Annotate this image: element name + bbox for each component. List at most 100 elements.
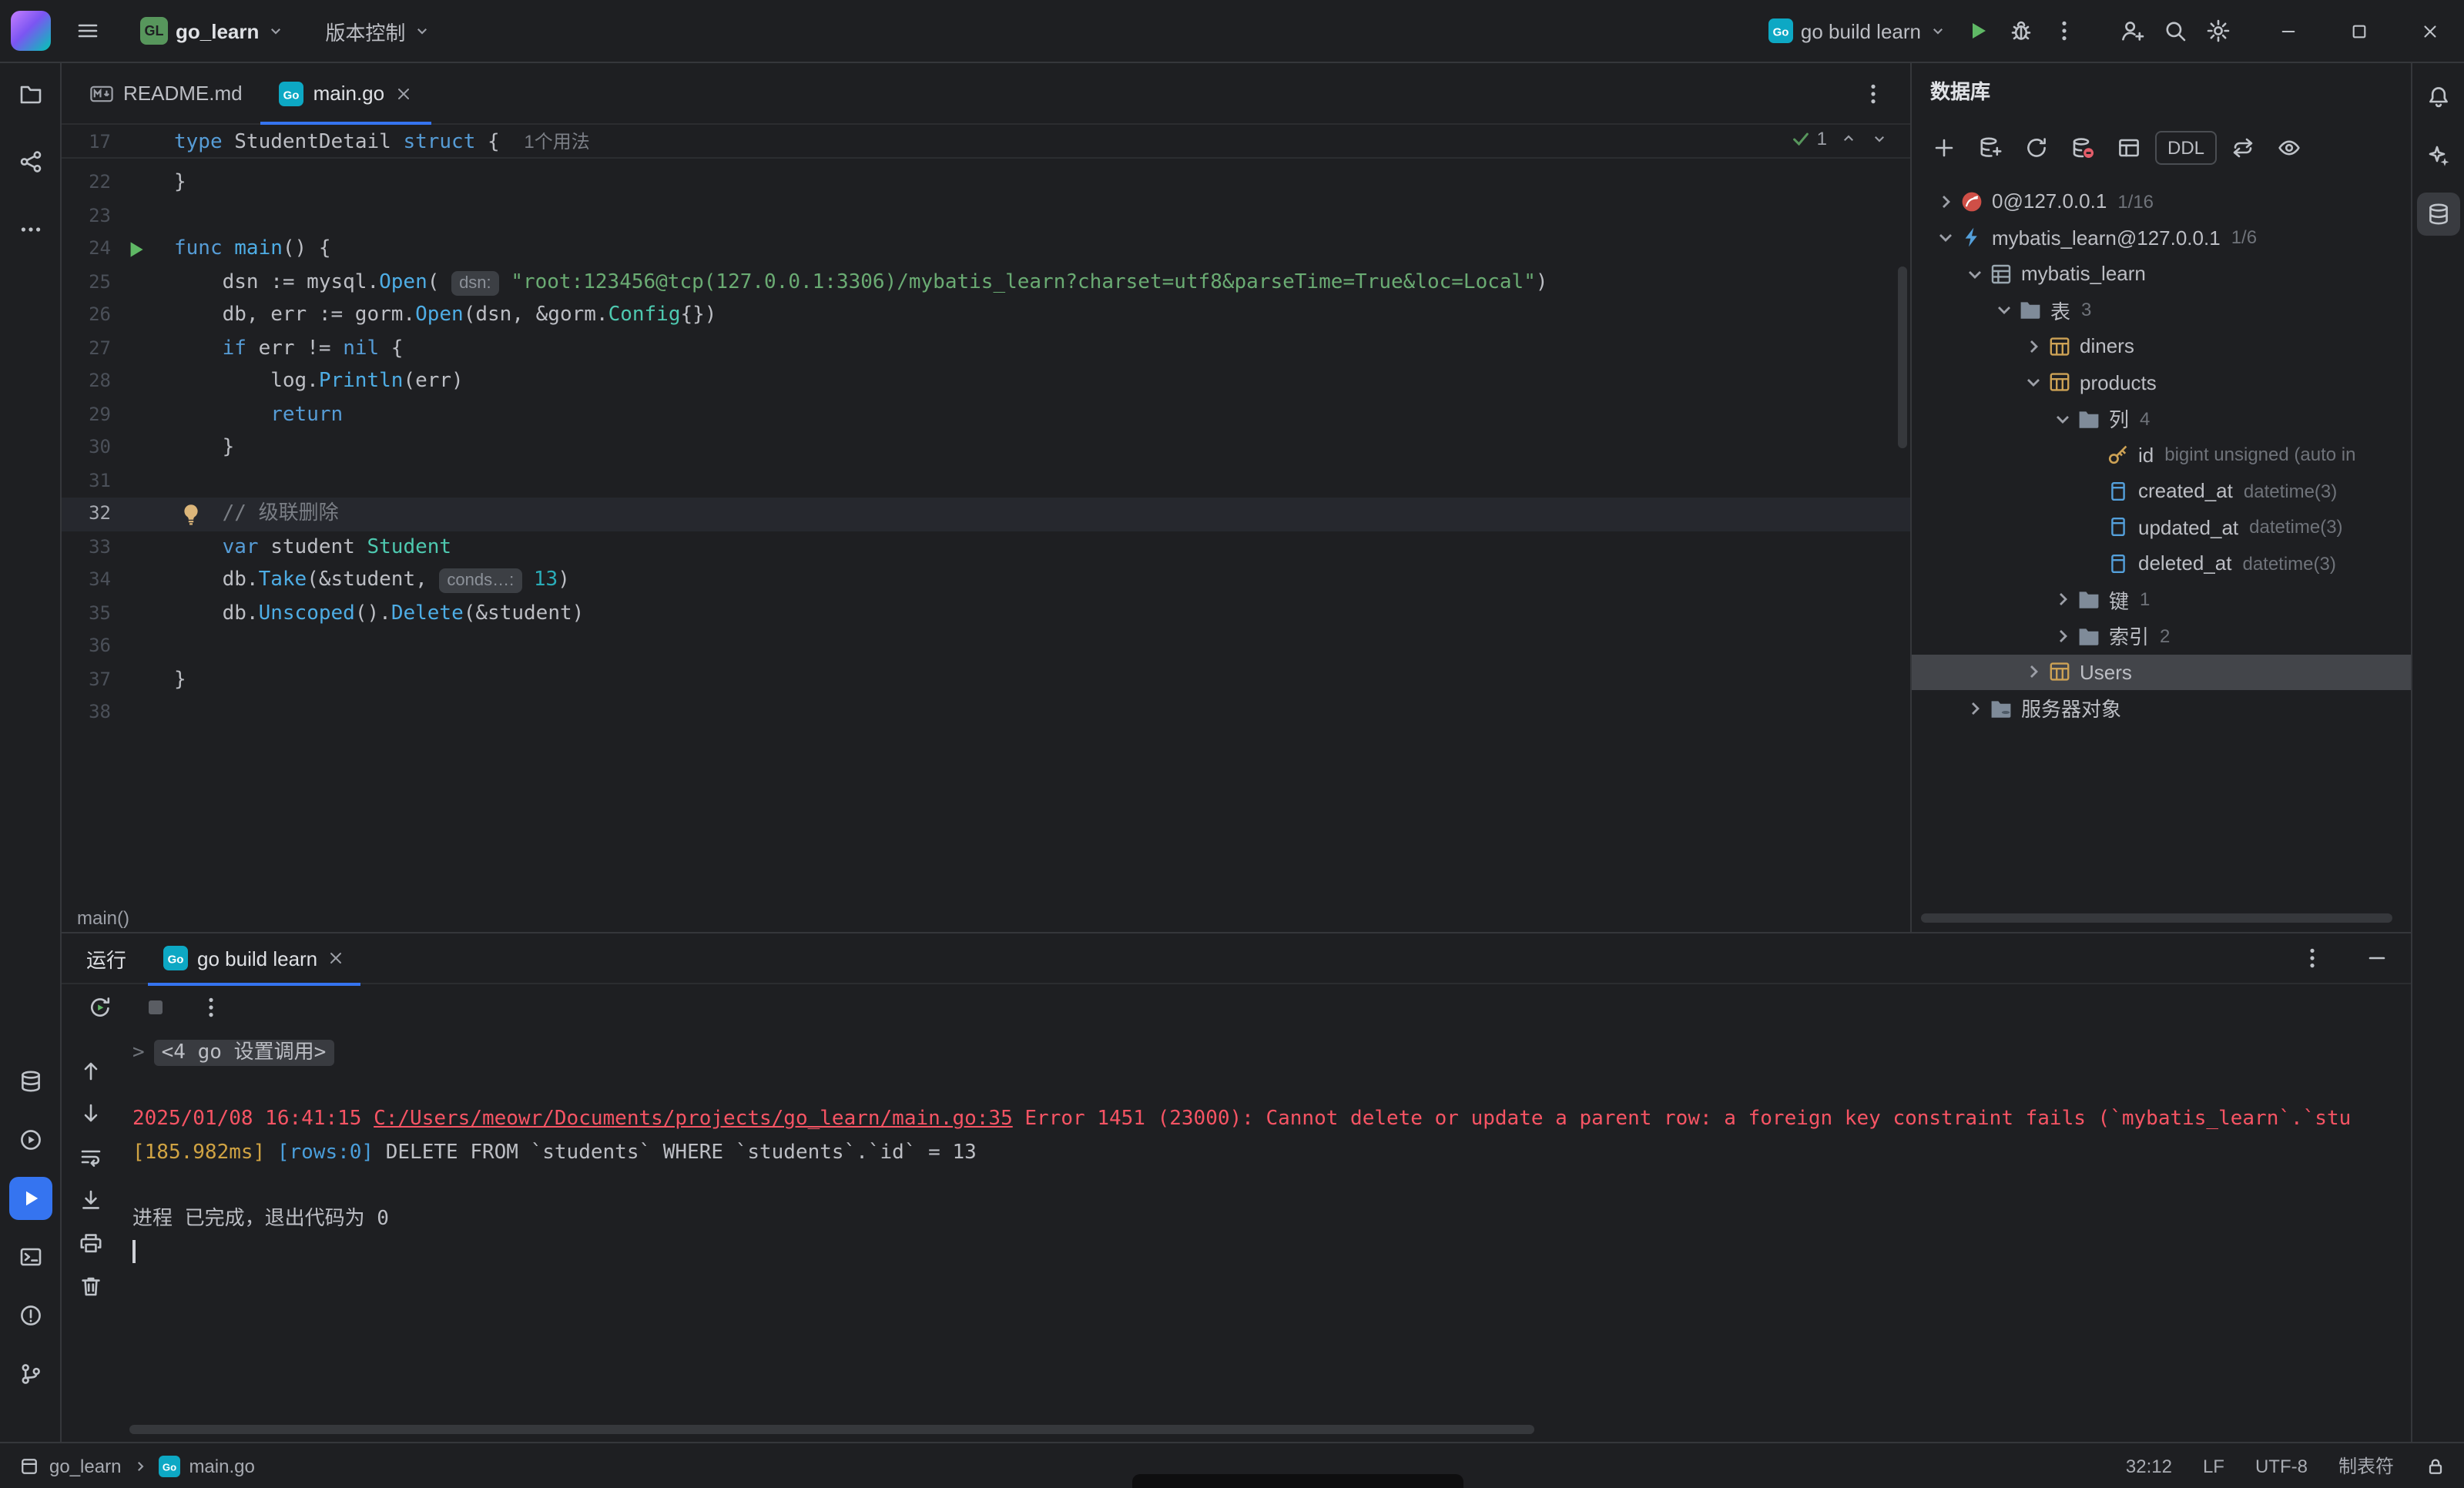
code-with-me-button[interactable] xyxy=(2110,9,2154,52)
data-source-properties-button[interactable] xyxy=(1970,128,2010,168)
tree-item-列[interactable]: 列4 xyxy=(1912,400,2411,437)
project-widget[interactable]: GL go_learn xyxy=(131,8,294,54)
database-tool-button[interactable] xyxy=(8,1060,52,1103)
notifications-tool-button[interactable] xyxy=(2417,75,2460,119)
version-control-tool-button[interactable] xyxy=(8,1352,52,1396)
chevron-down-icon[interactable] xyxy=(1933,226,1958,250)
main-menu-button[interactable] xyxy=(66,9,109,52)
tree-item-diners[interactable]: diners xyxy=(1912,328,2411,364)
prev-problem-button[interactable] xyxy=(1839,129,1858,148)
chevron-right-icon[interactable] xyxy=(2021,334,2046,359)
status-item[interactable]: UTF-8 xyxy=(2255,1455,2308,1476)
project-tool-button[interactable] xyxy=(8,72,52,116)
tree-item-服务器对象[interactable]: 服务器对象 xyxy=(1912,690,2411,726)
folded-command[interactable]: <4 go 设置调用> xyxy=(154,1040,334,1066)
terminal-tool-button[interactable] xyxy=(8,1235,52,1279)
chevron-right-icon[interactable] xyxy=(2021,660,2046,685)
console-output[interactable]: ><4 go 设置调用>2025/01/08 16:41:15 C:/Users… xyxy=(120,1031,2402,1423)
jump-to-data-editor-button[interactable] xyxy=(2109,128,2149,168)
tree-item-0-127-0-0-1[interactable]: 0@127.0.0.11/16 xyxy=(1912,183,2411,220)
run-config-selector[interactable]: Go go build learn xyxy=(1759,8,1956,54)
problems-tool-button[interactable] xyxy=(8,1294,52,1337)
tree-item-products[interactable]: products xyxy=(1912,364,2411,400)
settings-button[interactable] xyxy=(2197,9,2240,52)
console-soft-wrap-button[interactable] xyxy=(79,1144,103,1174)
more-options-button[interactable] xyxy=(191,987,231,1027)
code-line-30[interactable]: 30 } xyxy=(62,431,1910,464)
run-button[interactable] xyxy=(1956,9,2000,52)
code-line-28[interactable]: 28 log.Println(err) xyxy=(62,365,1910,398)
more-tool-windows-tool-button[interactable] xyxy=(8,208,52,251)
tree-item-created-at[interactable]: created_atdatetime(3) xyxy=(1912,473,2411,509)
code-line-22[interactable]: 22} xyxy=(62,166,1910,199)
search-everywhere-button[interactable] xyxy=(2154,9,2197,52)
intention-bulb-icon[interactable] xyxy=(179,501,203,526)
tab-options-button[interactable] xyxy=(1852,72,1895,115)
code-line-27[interactable]: 27 if err != nil { xyxy=(62,332,1910,365)
database-scrollbar[interactable] xyxy=(1921,913,2392,923)
console-fold-handle[interactable]: > xyxy=(132,1041,145,1064)
console-scroll-to-end-button[interactable] xyxy=(79,1188,103,1217)
console-scrollbar[interactable] xyxy=(129,1425,1534,1434)
refresh-button[interactable] xyxy=(2016,128,2057,168)
chevron-down-icon[interactable] xyxy=(1992,298,2016,323)
code-line-23[interactable]: 23 xyxy=(62,199,1910,233)
app-logo-icon[interactable] xyxy=(11,11,51,51)
code-line-35[interactable]: 35 db.Unscoped().Delete(&student) xyxy=(62,597,1910,630)
chevron-right-icon[interactable] xyxy=(2050,624,2075,648)
code-line-37[interactable]: 37} xyxy=(62,663,1910,696)
chevron-down-icon[interactable] xyxy=(2050,407,2075,431)
services-tool-button[interactable] xyxy=(8,1118,52,1161)
compare-button[interactable] xyxy=(2223,128,2263,168)
new-button[interactable] xyxy=(1924,128,1964,168)
code-line-36[interactable]: 36 xyxy=(62,630,1910,663)
tree-item-表[interactable]: 表3 xyxy=(1912,292,2411,328)
close-button[interactable] xyxy=(2394,0,2464,62)
code-line-31[interactable]: 31 xyxy=(62,464,1910,498)
run-panel-options-button[interactable] xyxy=(2291,937,2334,980)
tree-item-id[interactable]: idbigint unsigned (auto in xyxy=(1912,437,2411,473)
close-tab-icon[interactable] xyxy=(327,949,345,967)
code-line-34[interactable]: 34 db.Take(&student, conds…: 13) xyxy=(62,564,1910,597)
code-line-38[interactable]: 38 xyxy=(62,696,1910,729)
cancel-running-statements-button[interactable] xyxy=(2063,128,2103,168)
tree-item-users[interactable]: Users xyxy=(1912,654,2411,690)
chevron-down-icon[interactable] xyxy=(1963,262,1987,287)
breadcrumb-item[interactable]: main() xyxy=(77,907,129,929)
code-line-32[interactable]: 32 // 级联删除 xyxy=(62,498,1910,531)
inspections-widget[interactable]: 1 xyxy=(1791,128,1889,149)
chevron-down-icon[interactable] xyxy=(2021,370,2046,395)
project-widget-icon[interactable] xyxy=(18,1455,40,1476)
run-tab[interactable]: Go go build learn xyxy=(148,933,360,984)
maximize-button[interactable] xyxy=(2323,0,2394,62)
tree-item-索引[interactable]: 索引2 xyxy=(1912,618,2411,654)
tree-item-updated-at[interactable]: updated_atdatetime(3) xyxy=(1912,509,2411,545)
console-clear-all-button[interactable] xyxy=(79,1274,103,1303)
run-tool-button[interactable] xyxy=(8,1177,52,1220)
rerun-button[interactable] xyxy=(80,987,120,1027)
sticky-line[interactable]: 17 type StudentDetail struct { 1个用法 xyxy=(62,125,1910,159)
more-actions-button[interactable] xyxy=(2043,9,2086,52)
console-prev-occurrence-button[interactable] xyxy=(79,1058,103,1088)
file-link[interactable]: C:/Users/meowr/Documents/projects/go_lea… xyxy=(374,1108,1013,1131)
code-line-25[interactable]: 25 dsn := mysql.Open( dsn: "root:123456@… xyxy=(62,266,1910,299)
code-line-26[interactable]: 26 db, err := gorm.Open(dsn, &gorm.Confi… xyxy=(62,299,1910,332)
hide-panel-button[interactable] xyxy=(2355,937,2399,980)
structure-tool-button[interactable] xyxy=(8,140,52,183)
status-project[interactable]: go_learn xyxy=(49,1455,121,1476)
debug-button[interactable] xyxy=(2000,9,2043,52)
jump-to-ddl-button[interactable]: DDL xyxy=(2155,131,2217,165)
chevron-right-icon[interactable] xyxy=(1963,696,1987,721)
tree-item-mybatis-learn[interactable]: mybatis_learn xyxy=(1912,256,2411,292)
console-next-occurrence-button[interactable] xyxy=(79,1101,103,1131)
status-item[interactable]: 制表符 xyxy=(2338,1453,2394,1479)
status-file[interactable]: main.go xyxy=(189,1455,254,1476)
vcs-widget[interactable]: 版本控制 xyxy=(316,8,441,54)
code-line-24[interactable]: 24func main() { xyxy=(62,233,1910,266)
code-editor[interactable]: 17 type StudentDetail struct { 1个用法 1 22… xyxy=(62,125,1910,904)
chevron-right-icon[interactable] xyxy=(2050,588,2075,612)
editor-scrollbar[interactable] xyxy=(1898,266,1907,448)
editor-tab-readme-md[interactable]: README.md xyxy=(71,62,261,124)
minimize-button[interactable] xyxy=(2252,0,2323,62)
console-print-button[interactable] xyxy=(79,1231,103,1260)
